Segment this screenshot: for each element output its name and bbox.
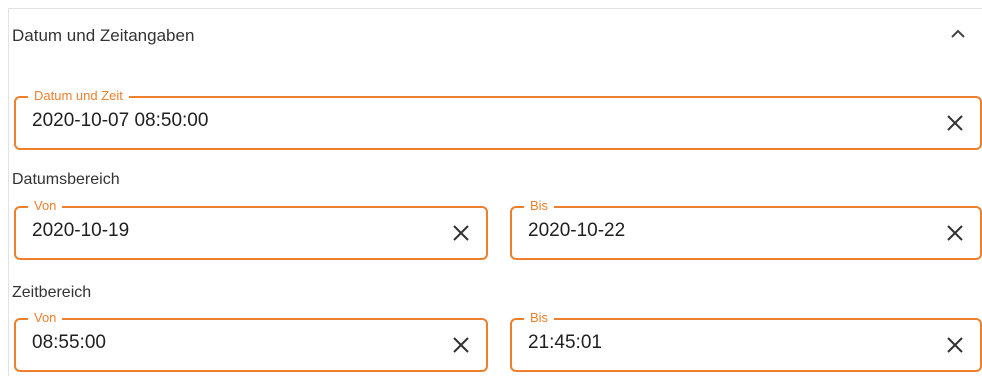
close-icon: [453, 337, 469, 353]
date-from-field[interactable]: Von: [14, 198, 488, 260]
close-icon: [947, 337, 963, 353]
date-to-label: Bis: [524, 198, 555, 214]
time-to-field[interactable]: Bis: [510, 310, 982, 372]
date-from-label: Von: [28, 198, 63, 214]
time-range-label: Zeitbereich: [12, 284, 92, 301]
close-icon: [453, 225, 469, 241]
datetime-clear-button[interactable]: [942, 110, 968, 136]
time-from-clear-button[interactable]: [448, 332, 474, 358]
time-from-label: Von: [28, 310, 63, 326]
panel-title: Datum und Zeitangaben: [12, 26, 195, 45]
date-range-label: Datumsbereich: [12, 171, 120, 188]
time-to-input[interactable]: [528, 330, 916, 356]
date-from-clear-button[interactable]: [448, 220, 474, 246]
chevron-up-icon: [951, 29, 965, 38]
close-icon: [947, 225, 963, 241]
datetime-input[interactable]: [32, 108, 916, 134]
time-to-clear-button[interactable]: [942, 332, 968, 358]
time-to-label: Bis: [524, 310, 555, 326]
date-to-field[interactable]: Bis: [510, 198, 982, 260]
date-to-input[interactable]: [528, 218, 916, 244]
date-to-clear-button[interactable]: [942, 220, 968, 246]
close-icon: [947, 115, 963, 131]
date-from-input[interactable]: [32, 218, 422, 244]
datetime-field[interactable]: Datum und Zeit: [14, 88, 982, 150]
time-from-field[interactable]: Von: [14, 310, 488, 372]
datetime-field-label: Datum und Zeit: [28, 88, 129, 104]
collapse-button[interactable]: [944, 20, 972, 48]
time-from-input[interactable]: [32, 330, 422, 356]
